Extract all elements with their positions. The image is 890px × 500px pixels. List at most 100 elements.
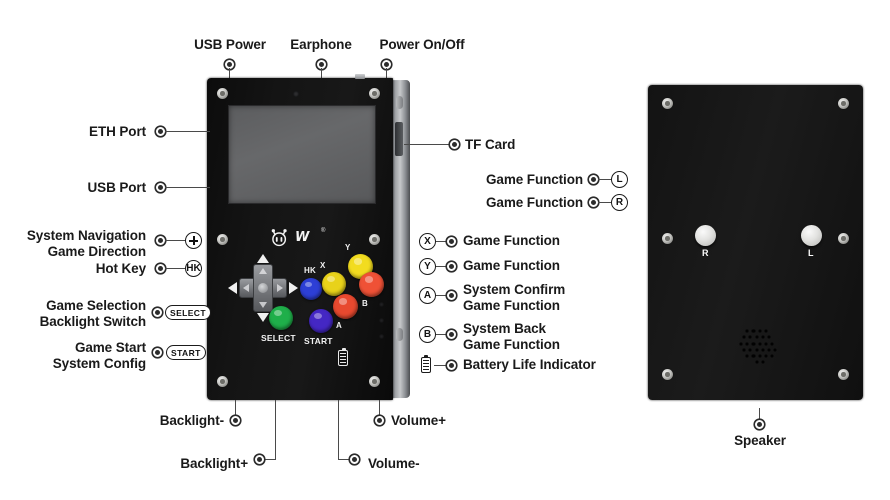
speaker-hole [757,353,762,359]
speaker-hole [751,353,756,359]
select-button[interactable] [269,306,293,330]
speaker-hole [760,335,765,340]
shoulder-button-r[interactable] [695,225,716,246]
label-earphone: Earphone [290,37,352,52]
label-battery-life-indicator: Battery Life Indicator [463,357,596,372]
hot-key-button[interactable] [300,278,322,300]
speaker-hole [763,353,768,359]
speaker-hole [760,347,765,352]
y-button-label: Y [345,243,351,252]
callout-dot-x [447,237,456,246]
label-power-on-off: Power On/Off [379,37,465,52]
speaker-hole [742,335,747,340]
start-button-label: START [304,336,333,346]
label-game-selection-line2: Backlight Switch [39,313,147,329]
callout-dot-y [447,262,456,271]
badge-select: SELECT [165,305,211,320]
label-system-navigation-line2: Game Direction [47,243,146,259]
speaker-hole [748,335,753,340]
label-usb-port: USB Port [87,180,147,195]
callout-dot-battery [447,361,456,370]
front-device: W ® HK Y X B A SELECT START [207,74,410,400]
badge-x: X [419,233,436,250]
shoulder-button-r-label: R [702,248,709,258]
speaker-hole [773,347,778,352]
a-button-label: A [336,321,342,330]
back-screw-top-right [838,98,849,109]
label-tf-card: TF Card [465,137,516,152]
speaker-hole [745,329,750,334]
callout-dot-volume-plus [375,416,384,425]
callout-dot-speaker [755,420,764,429]
callout-dot-game-function-r [589,198,598,207]
screw-top-left [217,88,228,99]
leader-line-game-function-r [598,202,612,204]
status-led-3 [379,318,384,323]
speaker-grille [738,325,778,365]
diagram-canvas: USB Power Earphone Power On/Off W ® HK Y… [0,0,890,500]
speaker-hole [760,360,765,365]
label-backlight-plus: Backlight+ [180,456,248,471]
callout-dot-a [447,291,456,300]
leader-line-backlight-plus-vertical [275,400,277,460]
leader-line-volume-minus-vertical [338,400,340,460]
shoulder-button-l[interactable] [801,225,822,246]
callout-dot-system-navigation [156,236,165,245]
speaker-hole [754,347,759,352]
back-screw-mid-right [838,233,849,244]
tf-card-slot[interactable] [395,121,403,157]
speaker-hole [757,329,762,334]
speaker-hole [770,341,775,346]
label-game-selection: Game Selection Backlight Switch [6,298,147,329]
marker-up-triangle-icon [257,254,269,263]
leader-line-backlight-plus-horizontal [263,459,276,461]
marker-right-triangle-icon [289,282,298,294]
speaker-hole [766,347,772,352]
a-button[interactable] [333,294,358,319]
label-volume-plus: Volume+ [391,413,446,428]
leader-line-battery [434,365,448,367]
speaker-hole [757,341,762,346]
screw-bottom-right [369,376,380,387]
leader-line-hot-key [165,268,185,270]
leader-line-eth-port [165,131,210,133]
label-game-function-l: Game Function [486,172,583,187]
label-eth-port: ETH Port [89,124,146,139]
speaker-hole [770,353,775,359]
speaker-hole [748,347,753,352]
b-button[interactable] [359,272,384,297]
hot-key-button-label: HK [304,266,316,275]
speaker-hole [751,329,756,334]
label-speaker: Speaker [734,433,786,448]
start-button[interactable] [309,309,333,333]
select-button-label: SELECT [261,333,296,343]
callout-dot-game-function-l [589,175,598,184]
back-screw-top-left [662,98,673,109]
device-screen [228,105,376,204]
badge-y: Y [419,258,436,275]
screw-mid-left [217,234,228,245]
logo-wordmark: W [295,230,309,245]
callout-dot-usb-port [156,183,165,192]
leader-line-game-function-l [598,179,612,181]
marker-down-triangle-icon [257,313,269,322]
logo-registered-mark: ® [321,228,326,234]
label-backlight-minus: Backlight- [159,413,224,428]
screw-top-right [369,88,380,99]
label-usb-power: USB Power [194,37,266,52]
label-system-back-line1: System Back [463,321,546,336]
side-button-top[interactable] [396,96,403,109]
callout-dot-tf-card [450,140,459,149]
sensor-dot [293,91,299,97]
logo-mark-icon [271,229,287,247]
brand-logo: W ® [269,228,347,248]
back-screw-bottom-left [662,369,673,380]
dpad-center-hub [258,283,268,293]
x-button[interactable] [322,272,346,296]
label-system-navigation-line1: System Navigation [26,228,146,243]
battery-indicator-icon [338,347,348,366]
label-volume-minus: Volume- [368,456,420,471]
port-usb [355,74,365,79]
label-game-selection-line1: Game Selection [46,298,146,313]
side-button-lower[interactable] [396,328,403,341]
